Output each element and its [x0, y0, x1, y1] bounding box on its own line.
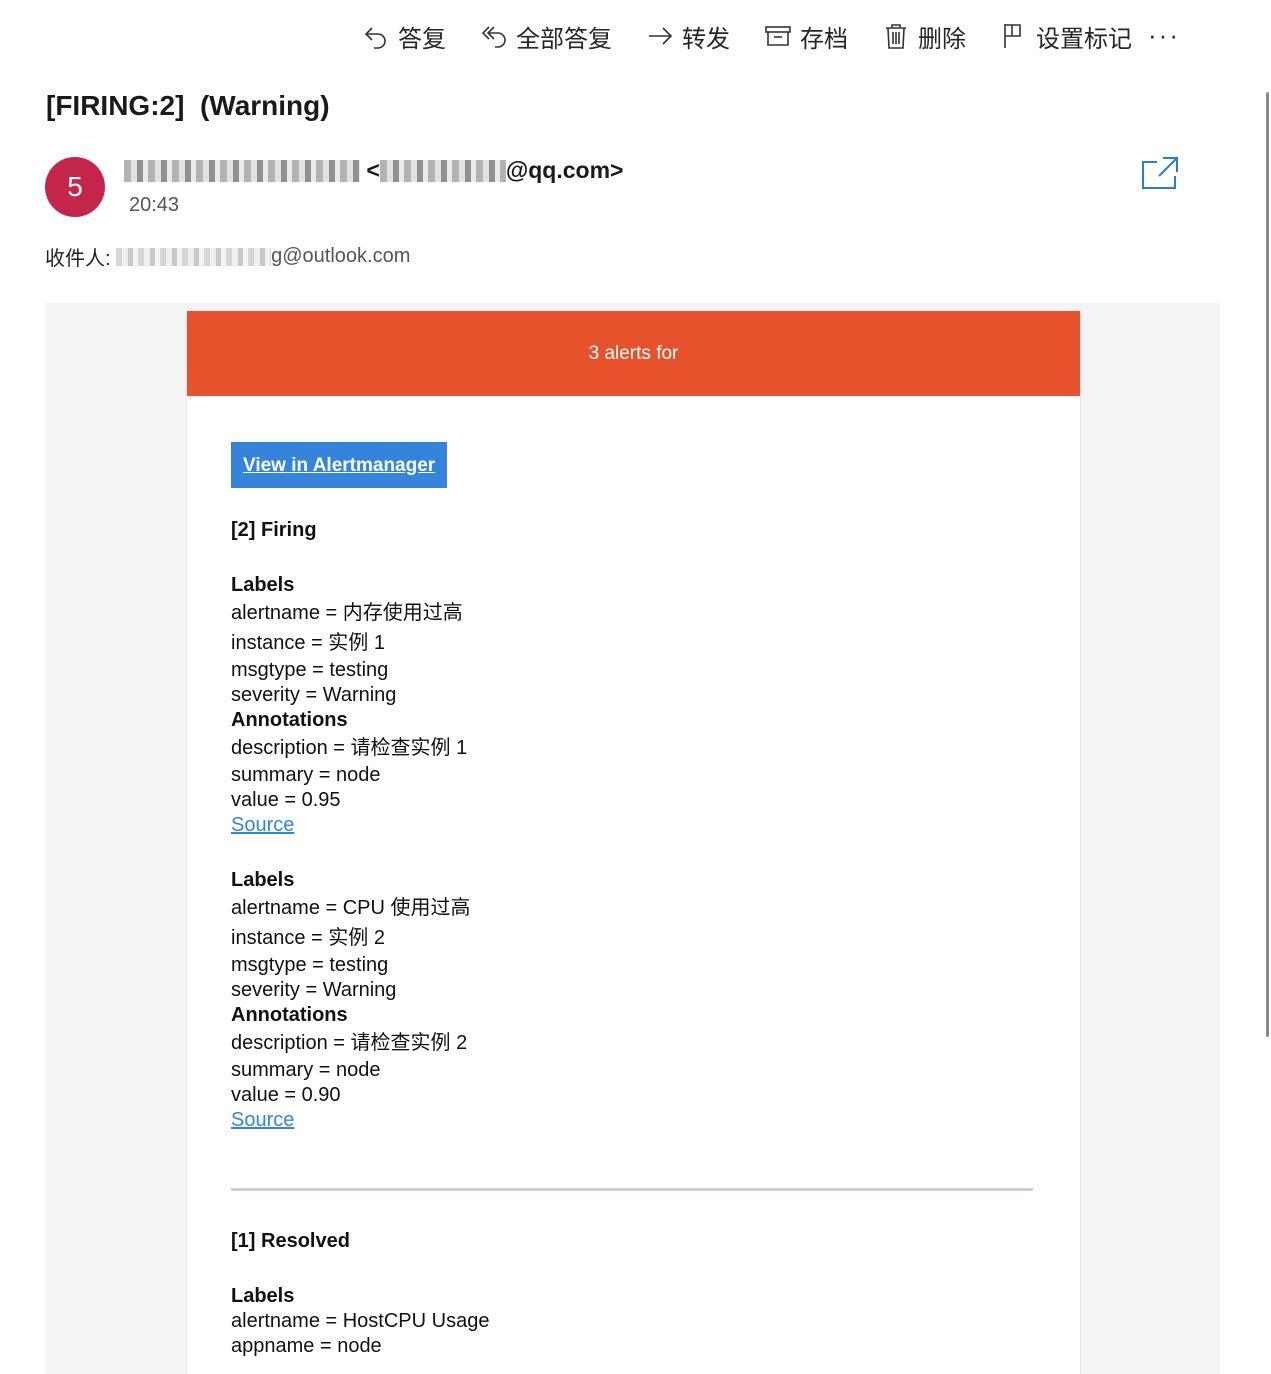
- alertname-value: alertname = HostCPU Usage: [231, 1310, 490, 1332]
- sender-email-domain: @qq.com>: [505, 157, 624, 183]
- summary-value: summary = node: [231, 1059, 381, 1081]
- firing-alert: Labels alertname = 内存使用过高 instance = 实例 …: [231, 573, 1036, 838]
- flag-button[interactable]: 设置标记: [1000, 16, 1132, 56]
- redacted-recipient: [116, 247, 272, 266]
- labels-heading: Labels: [231, 574, 295, 596]
- alert-content: View in Alertmanager [2] Firing Labels a…: [187, 396, 1080, 1359]
- forward-button[interactable]: 转发: [646, 16, 730, 56]
- annotations-heading: Annotations: [231, 709, 348, 731]
- reply-all-icon: [481, 26, 506, 48]
- reply-button[interactable]: 答复: [362, 16, 446, 56]
- summary-value: summary = node: [231, 764, 381, 786]
- flag-icon: [1004, 24, 1021, 48]
- sender-avatar: 5: [45, 157, 105, 217]
- source-link[interactable]: Source: [231, 814, 294, 836]
- recipient-label: 收件人:: [45, 248, 117, 270]
- source-link[interactable]: Source: [231, 1109, 294, 1131]
- msgtype-value: msgtype = testing: [231, 659, 389, 681]
- delete-label: 删除: [918, 25, 966, 53]
- archive-label: 存档: [800, 25, 848, 53]
- severity-value: severity = Warning: [231, 979, 397, 1001]
- alertname-value: alertname = 内存使用过高: [231, 602, 463, 624]
- banner-text: 3 alerts for: [588, 342, 679, 364]
- reply-all-label: 全部答复: [516, 25, 612, 53]
- message-time: 20:43: [129, 194, 180, 216]
- metric-value: value = 0.95: [231, 789, 341, 811]
- resolved-alert: Labels alertname = HostCPU Usage appname…: [231, 1284, 1036, 1359]
- message-subject: [FIRING:2] (Warning): [46, 90, 330, 121]
- msgtype-value: msgtype = testing: [231, 954, 389, 976]
- delete-button[interactable]: 删除: [882, 16, 966, 56]
- message-toolbar: 答复 全部答复 转发 存档 删除 设置标记: [362, 16, 1166, 56]
- labels-heading: Labels: [231, 869, 295, 891]
- firing-alert: Labels alertname = CPU 使用过高 instance = 实…: [231, 868, 1036, 1133]
- alert-banner: 3 alerts for: [187, 311, 1080, 396]
- reply-all-button[interactable]: 全部答复: [480, 16, 612, 56]
- instance-value: instance = 实例 1: [231, 632, 385, 654]
- description-value: description = 请检查实例 2: [231, 1032, 468, 1054]
- archive-button[interactable]: 存档: [764, 16, 848, 56]
- open-in-new-window-icon[interactable]: [1141, 156, 1179, 190]
- severity-value: severity = Warning: [231, 684, 397, 706]
- labels-heading: Labels: [231, 1285, 295, 1307]
- forward-arrow-icon: [649, 27, 673, 45]
- flag-label: 设置标记: [1036, 25, 1132, 53]
- recipient-address[interactable]: g@outlook.com: [271, 245, 410, 268]
- instance-value: instance = 实例 2: [231, 927, 385, 949]
- archive-icon: [765, 26, 791, 46]
- metric-value: value = 0.90: [231, 1084, 341, 1106]
- forward-label: 转发: [682, 25, 730, 53]
- alertname-value: alertname = CPU 使用过高: [231, 897, 471, 919]
- annotations-heading: Annotations: [231, 1004, 348, 1026]
- reply-icon: [364, 27, 386, 49]
- resolved-section-title: [1] Resolved: [231, 1230, 350, 1252]
- trash-icon: [886, 24, 906, 49]
- vertical-scrollbar[interactable]: [1266, 92, 1269, 1037]
- reply-label: 答复: [398, 25, 446, 53]
- firing-section-title: [2] Firing: [231, 519, 317, 541]
- recipient-line: 收件人: g@outlook.com: [45, 242, 410, 271]
- avatar-initial: 5: [67, 171, 83, 202]
- description-value: description = 请检查实例 1: [231, 737, 468, 759]
- sender-line[interactable]: < @qq.com>: [124, 157, 623, 184]
- section-divider: [231, 1188, 1033, 1191]
- more-options-button[interactable]: ···: [1148, 20, 1180, 51]
- sender-email-prefix: <: [360, 157, 380, 183]
- redacted-sender-email: [379, 159, 506, 182]
- alert-email-card: 3 alerts for View in Alertmanager [2] Fi…: [186, 311, 1081, 1374]
- view-in-alertmanager-button[interactable]: View in Alertmanager: [231, 442, 448, 488]
- appname-value: appname = node: [231, 1335, 382, 1357]
- redacted-sender-name: [124, 159, 360, 182]
